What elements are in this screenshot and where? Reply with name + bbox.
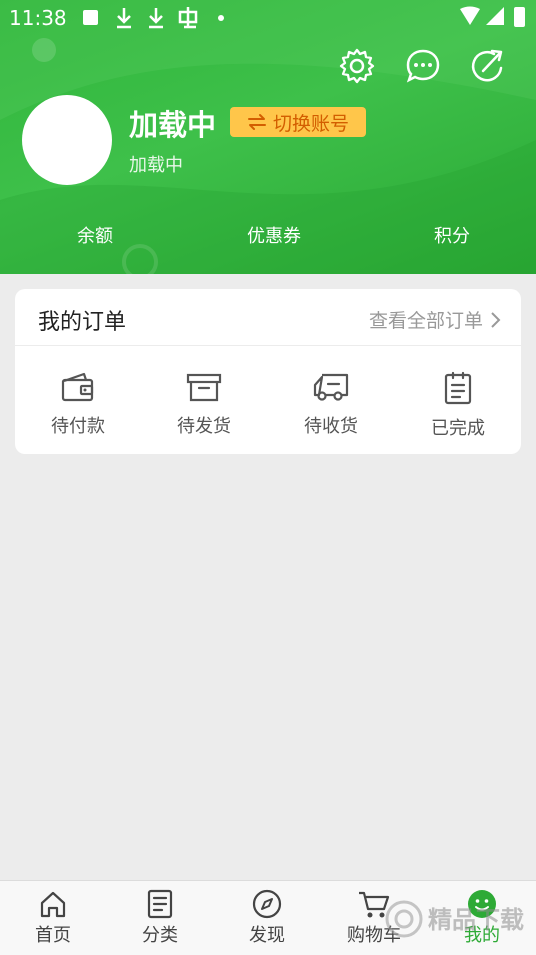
stat-balance[interactable]: 余额 [35, 222, 155, 248]
user-name: 加载中 [129, 108, 217, 142]
avatar[interactable] [22, 95, 112, 185]
message-icon[interactable] [403, 46, 443, 86]
compass-icon [252, 889, 282, 919]
nav-category[interactable]: 分类 [115, 889, 205, 947]
view-all-orders-label: 查看全部订单 [368, 310, 483, 332]
stat-coupons[interactable]: 优惠券 [214, 222, 334, 248]
order-completed[interactable]: 已完成 [395, 371, 521, 440]
order-pending-payment-label: 待付款 [51, 416, 105, 437]
nav-discover[interactable]: 发现 [222, 889, 312, 947]
notification-icons [83, 7, 224, 29]
user-subtitle: 加载中 [129, 155, 183, 176]
share-icon[interactable] [468, 46, 508, 86]
order-pending-payment[interactable]: 待付款 [15, 371, 141, 438]
stat-points[interactable]: 积分 [392, 222, 512, 248]
clipboard-icon [444, 371, 472, 405]
watermark: 精品下载 [385, 900, 524, 938]
profile-header: 11:38 加载中 切换账号 加载中 余额 优惠券 积分 [0, 0, 536, 274]
order-pending-receipt[interactable]: 待收货 [268, 371, 394, 438]
order-completed-label: 已完成 [431, 418, 485, 439]
swap-icon [247, 114, 266, 130]
list-icon [147, 889, 173, 919]
truck-icon [313, 373, 349, 401]
status-time: 11:38 [9, 6, 67, 30]
wallet-icon [61, 372, 94, 402]
switch-account-button[interactable]: 切换账号 [230, 107, 366, 137]
chevron-right-icon [491, 311, 501, 328]
order-pending-receipt-label: 待收货 [304, 416, 358, 437]
order-card-title: 我的订单 [38, 310, 127, 335]
signal-battery-icons [460, 6, 525, 27]
switch-account-label: 切换账号 [272, 112, 349, 135]
status-bar: 11:38 [0, 0, 536, 36]
box-icon [186, 373, 222, 402]
view-all-orders-link[interactable]: 查看全部订单 [369, 306, 501, 333]
settings-icon[interactable] [337, 46, 377, 86]
divider [15, 345, 521, 346]
nav-discover-label: 发现 [249, 925, 285, 946]
home-icon [40, 891, 66, 918]
order-pending-shipment-label: 待发货 [177, 416, 231, 437]
nav-home[interactable]: 首页 [8, 889, 98, 947]
watermark-text: 精品下载 [428, 906, 524, 934]
order-pending-shipment[interactable]: 待发货 [141, 371, 267, 438]
nav-home-label: 首页 [35, 925, 71, 946]
order-card: 我的订单 查看全部订单 待付款 待发货 待收货 已完成 [15, 289, 521, 454]
nav-category-label: 分类 [142, 925, 178, 946]
